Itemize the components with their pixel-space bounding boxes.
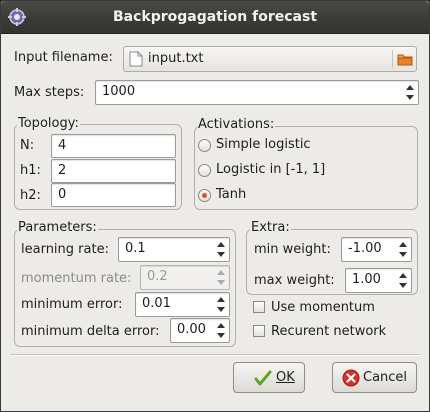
minimum-error-value: 0.01 <box>142 296 171 311</box>
radio-button[interactable] <box>198 164 211 177</box>
chooser-divider <box>392 50 393 68</box>
momentum-rate-label: momentum rate: <box>21 271 132 286</box>
momentum-rate-spinbox[interactable]: 0.2 <box>140 265 230 290</box>
minimum-error-spinbox[interactable]: 0.01 <box>135 292 230 317</box>
n-label: N: <box>20 138 35 153</box>
learning-rate-spinbox[interactable]: 0.1 <box>118 237 230 262</box>
max-weight-spinbox[interactable]: 1.00 <box>345 268 412 293</box>
h2-value: 0 <box>58 187 67 202</box>
minimum-delta-error-value: 0.00 <box>177 322 206 337</box>
min-weight-label: min weight: <box>254 242 331 257</box>
radio-simple-logistic[interactable]: Simple logistic <box>196 136 376 154</box>
minimum-delta-error-label: minimum delta error: <box>21 324 160 339</box>
radio-label: Simple logistic <box>216 137 311 152</box>
learning-rate-spin-buttons[interactable] <box>214 239 228 260</box>
titlebar[interactable]: Backprogagation forecast <box>1 1 429 34</box>
window-title: Backprogagation forecast <box>112 9 318 25</box>
max-weight-label: max weight: <box>254 273 335 288</box>
min-weight-spin-buttons[interactable] <box>396 239 410 260</box>
learning-rate-label: learning rate: <box>21 242 109 257</box>
minimum-error-spin-buttons[interactable] <box>214 294 228 315</box>
h1-value: 2 <box>58 163 67 178</box>
parameters-title: Parameters: <box>17 220 98 235</box>
min-weight-spinbox[interactable]: -1.00 <box>341 237 412 262</box>
ok-label: OK <box>276 370 295 385</box>
h2-label: h2: <box>20 188 41 203</box>
ok-button[interactable]: OK <box>233 362 305 393</box>
max-steps-label: Max steps: <box>14 85 85 100</box>
dialog-window: Backprogagation forecast Input filename:… <box>0 0 430 412</box>
max-weight-value: 1.00 <box>352 272 381 287</box>
cancel-icon <box>342 369 360 387</box>
input-file-chooser[interactable]: input.txt <box>123 46 417 72</box>
h1-label: h1: <box>20 163 41 178</box>
radio-label: Tanh <box>216 187 247 202</box>
use-momentum-label: Use momentum <box>271 300 375 315</box>
input-filename-label: Input filename: <box>14 50 113 65</box>
recurrent-network-label: Recurent network <box>271 324 387 339</box>
recurrent-network-checkbox[interactable]: Recurent network <box>251 323 421 341</box>
cancel-button[interactable]: Cancel <box>332 362 417 393</box>
max-steps-spin-buttons[interactable] <box>403 82 417 103</box>
minimum-delta-error-spinbox[interactable]: 0.00 <box>170 318 230 343</box>
momentum-rate-value: 0.2 <box>147 269 168 284</box>
check-icon <box>254 370 272 386</box>
n-value: 4 <box>58 138 67 153</box>
file-icon <box>129 51 143 67</box>
extra-title: Extra: <box>250 220 291 235</box>
momentum-rate-spin-buttons[interactable] <box>214 267 228 288</box>
n-input[interactable]: 4 <box>51 134 176 158</box>
checkbox-box[interactable] <box>253 325 265 337</box>
minimum-error-label: minimum error: <box>21 297 123 312</box>
radio-tanh[interactable]: Tanh <box>196 186 376 204</box>
topology-title: Topology: <box>17 116 80 131</box>
max-weight-spin-buttons[interactable] <box>396 270 410 291</box>
max-steps-spinbox[interactable]: 1000 <box>95 80 419 105</box>
radio-button[interactable] <box>198 139 211 152</box>
button-separator <box>10 354 420 356</box>
radio-label: Logistic in [-1, 1] <box>216 162 326 177</box>
max-steps-value: 1000 <box>102 84 136 99</box>
radio-button-selected[interactable] <box>198 189 211 202</box>
input-filename-value: input.txt <box>148 51 204 66</box>
cancel-label: Cancel <box>363 370 408 385</box>
checkbox-box[interactable] <box>253 301 265 313</box>
open-folder-icon[interactable] <box>397 52 413 66</box>
use-momentum-checkbox[interactable]: Use momentum <box>251 299 421 317</box>
minimum-delta-error-spin-buttons[interactable] <box>214 320 228 341</box>
min-weight-value: -1.00 <box>348 241 382 256</box>
h1-input[interactable]: 2 <box>51 159 176 183</box>
h2-input[interactable]: 0 <box>51 183 176 207</box>
learning-rate-value: 0.1 <box>125 241 146 256</box>
activations-title: Activations: <box>197 117 276 132</box>
radio-logistic-minus1-1[interactable]: Logistic in [-1, 1] <box>196 161 376 179</box>
